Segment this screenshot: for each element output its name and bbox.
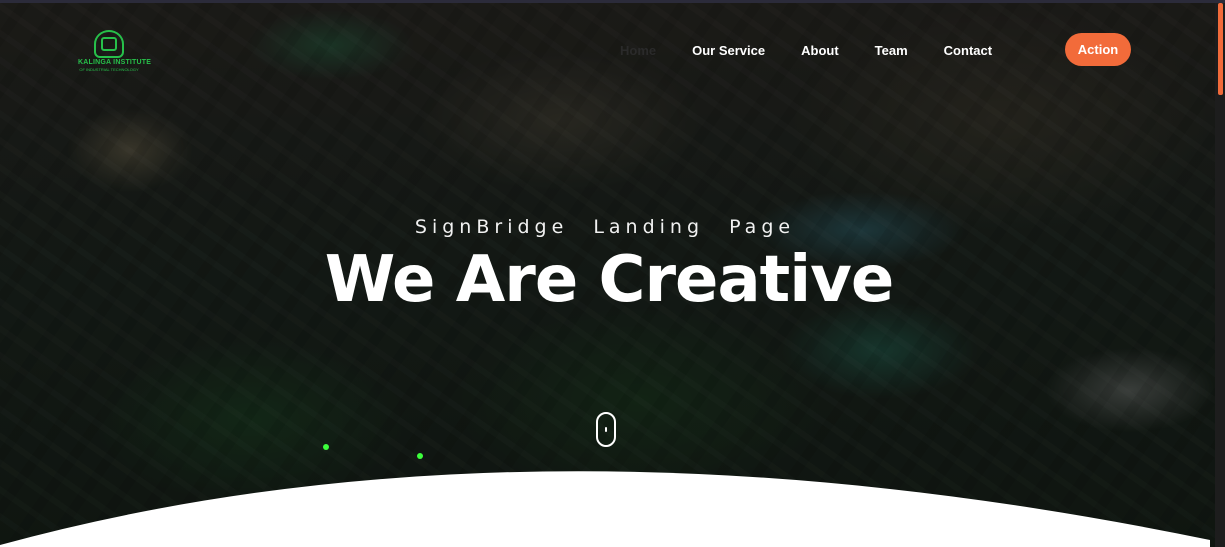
hero-bottom-curve (0, 471, 1210, 547)
landing-page: KALINGA INSTITUTE OF INDUSTRIAL TECHNOLO… (0, 0, 1225, 547)
scrollbar-thumb[interactable] (1218, 3, 1223, 95)
page-scrollbar[interactable] (1215, 3, 1225, 547)
